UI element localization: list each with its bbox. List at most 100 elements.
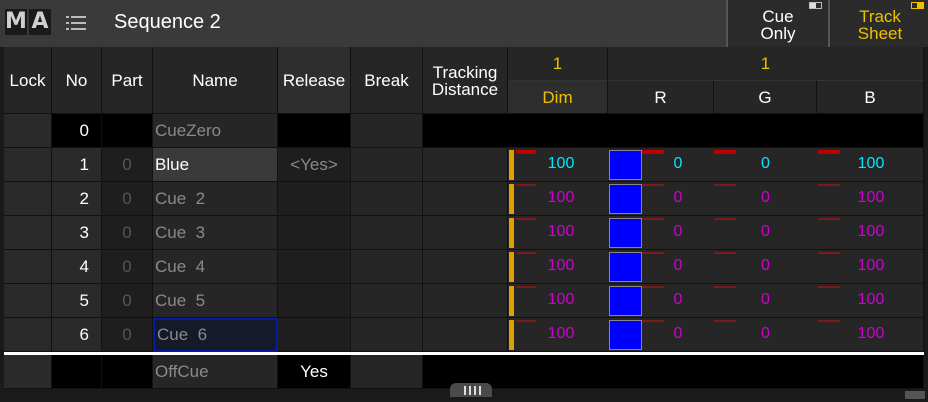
cue-no[interactable]: 2 xyxy=(52,182,102,216)
lock-cell[interactable] xyxy=(4,216,52,250)
cue-tracking-distance[interactable] xyxy=(423,182,508,216)
dim-value[interactable]: 100 xyxy=(514,325,608,343)
col-g-header[interactable]: G xyxy=(714,81,817,114)
cue-zero-name[interactable]: CueZero xyxy=(153,114,278,148)
cue-release[interactable] xyxy=(278,250,351,284)
cue-name[interactable]: Cue 4 xyxy=(153,250,278,284)
cue-zero-part[interactable] xyxy=(102,114,153,148)
scroll-corner[interactable] xyxy=(905,391,925,399)
menu-icon[interactable] xyxy=(66,14,86,32)
offcue-release[interactable]: Yes xyxy=(278,355,351,389)
cue-part[interactable]: 0 xyxy=(102,284,153,318)
cue-release[interactable] xyxy=(278,182,351,216)
fixture-dim-id[interactable]: 1 xyxy=(508,47,608,81)
dim-value[interactable]: 100 xyxy=(514,223,608,241)
cue-zero-break[interactable] xyxy=(351,114,423,148)
r-value[interactable]: 0 xyxy=(628,325,728,343)
col-b-header[interactable]: B xyxy=(817,81,924,114)
cue-release[interactable]: <Yes> xyxy=(278,148,351,182)
cue-no[interactable]: 3 xyxy=(52,216,102,250)
cue-tracking-distance[interactable] xyxy=(423,318,508,352)
col-lock-header[interactable]: Lock xyxy=(4,47,52,114)
cue-break[interactable] xyxy=(351,182,423,216)
col-break-header[interactable]: Break xyxy=(351,47,423,114)
r-value[interactable]: 0 xyxy=(628,155,728,173)
col-no-header[interactable]: No xyxy=(52,47,102,114)
resize-handle-icon[interactable] xyxy=(450,383,492,397)
track-sheet-button[interactable]: Track Sheet xyxy=(828,0,928,47)
cue-release[interactable] xyxy=(278,284,351,318)
cue-break[interactable] xyxy=(351,318,423,352)
g-value[interactable]: 0 xyxy=(714,325,817,343)
r-change-marker xyxy=(642,320,664,322)
dim-change-marker xyxy=(516,218,536,220)
cue-break[interactable] xyxy=(351,250,423,284)
cue-tracking-distance[interactable] xyxy=(423,284,508,318)
r-value[interactable]: 0 xyxy=(628,257,728,275)
g-value[interactable]: 0 xyxy=(714,291,817,309)
offcue-break[interactable] xyxy=(351,355,423,389)
cue-name[interactable]: Cue 2 xyxy=(153,182,278,216)
offcue-name[interactable]: OffCue xyxy=(153,355,278,389)
cue-break[interactable] xyxy=(351,216,423,250)
cue-part[interactable]: 0 xyxy=(102,148,153,182)
r-value[interactable]: 0 xyxy=(628,223,728,241)
cue-zero-no[interactable]: 0 xyxy=(52,114,102,148)
cue-tracking-distance[interactable] xyxy=(423,148,508,182)
dim-value[interactable]: 100 xyxy=(514,291,608,309)
g-value[interactable]: 0 xyxy=(714,257,817,275)
g-value[interactable]: 0 xyxy=(714,223,817,241)
cue-tracking-distance[interactable] xyxy=(423,216,508,250)
lock-cell[interactable] xyxy=(4,114,52,148)
offcue-no[interactable] xyxy=(52,355,102,389)
col-name-header[interactable]: Name xyxy=(153,47,278,114)
lock-cell[interactable] xyxy=(4,148,52,182)
lock-cell[interactable] xyxy=(4,318,52,352)
cue-part[interactable]: 0 xyxy=(102,250,153,284)
cue-no[interactable]: 4 xyxy=(52,250,102,284)
g-value[interactable]: 0 xyxy=(714,189,817,207)
col-part-header[interactable]: Part xyxy=(102,47,153,114)
cue-no[interactable]: 1 xyxy=(52,148,102,182)
col-tracking-distance-header[interactable]: Tracking Distance xyxy=(423,47,508,114)
cue-break[interactable] xyxy=(351,284,423,318)
b-value[interactable]: 100 xyxy=(818,257,924,275)
col-release-header[interactable]: Release xyxy=(278,47,351,114)
cue-tracking-distance[interactable] xyxy=(423,250,508,284)
fixture-rgb-id[interactable]: 1 xyxy=(608,47,924,81)
cue-release[interactable] xyxy=(278,216,351,250)
cue-name[interactable]: Cue 6 xyxy=(153,318,278,352)
cue-name[interactable]: Cue 5 xyxy=(153,284,278,318)
dim-change-marker xyxy=(516,184,536,186)
cue-no[interactable]: 5 xyxy=(52,284,102,318)
cue-part[interactable]: 0 xyxy=(102,182,153,216)
b-value[interactable]: 100 xyxy=(818,189,924,207)
lock-cell[interactable] xyxy=(4,250,52,284)
cue-part[interactable]: 0 xyxy=(102,216,153,250)
lock-cell[interactable] xyxy=(4,182,52,216)
cue-zero-release[interactable] xyxy=(278,114,351,148)
cue-only-button[interactable]: Cue Only xyxy=(726,0,828,47)
cue-name[interactable]: Blue xyxy=(153,148,278,182)
cue-part[interactable]: 0 xyxy=(102,318,153,352)
track-sheet-line2: Sheet xyxy=(857,24,903,43)
b-value[interactable]: 100 xyxy=(818,155,924,173)
r-value[interactable]: 0 xyxy=(628,189,728,207)
dim-value[interactable]: 100 xyxy=(514,189,608,207)
r-value[interactable]: 0 xyxy=(628,291,728,309)
col-r-header[interactable]: R xyxy=(608,81,714,114)
offcue-lock[interactable] xyxy=(4,355,52,389)
offcue-part[interactable] xyxy=(102,355,153,389)
cue-name[interactable]: Cue 3 xyxy=(153,216,278,250)
cue-no[interactable]: 6 xyxy=(52,318,102,352)
b-value[interactable]: 100 xyxy=(818,325,924,343)
lock-cell[interactable] xyxy=(4,284,52,318)
b-value[interactable]: 100 xyxy=(818,291,924,309)
col-dim-header[interactable]: Dim xyxy=(508,81,608,114)
dim-value[interactable]: 100 xyxy=(514,257,608,275)
b-value[interactable]: 100 xyxy=(818,223,924,241)
cue-release[interactable] xyxy=(278,318,351,352)
g-value[interactable]: 0 xyxy=(714,155,817,173)
cue-break[interactable] xyxy=(351,148,423,182)
dim-value[interactable]: 100 xyxy=(514,155,608,173)
